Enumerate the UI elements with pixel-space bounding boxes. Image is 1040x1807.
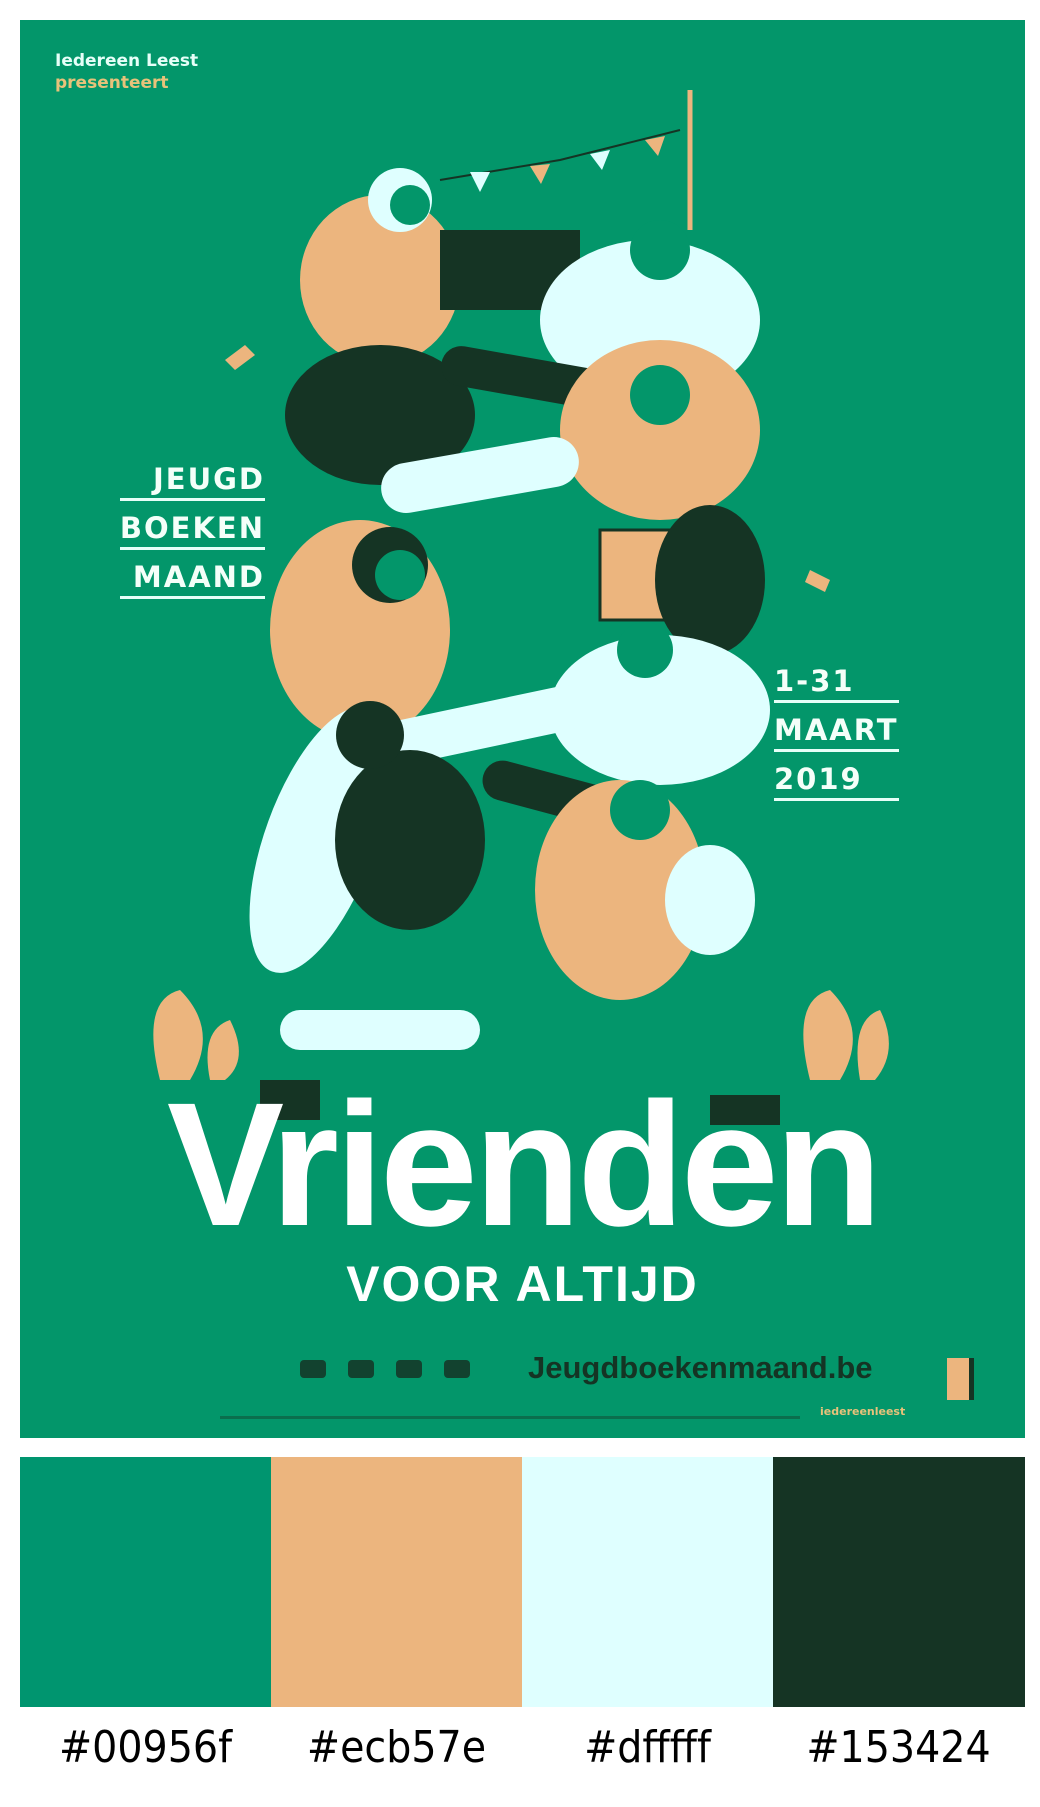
- swatch-2: [271, 1457, 522, 1707]
- sponsor-logo-icon: [396, 1360, 422, 1378]
- event-line: MAAND: [119, 558, 265, 599]
- swatch-label: #ecb57e: [306, 1722, 487, 1773]
- sponsor-logos: [300, 1360, 470, 1378]
- swatch-label: #153424: [806, 1722, 991, 1773]
- publisher-name: Iedereen Leest: [55, 51, 199, 71]
- poster: Iedereen Leest presenteert JEUGD BOEKEN …: [20, 20, 1025, 1438]
- date-line: 2019: [774, 760, 899, 801]
- event-date: 1-31 MAART 2019: [774, 662, 899, 809]
- date-line: 1-31: [774, 662, 899, 703]
- swatch-1: [20, 1457, 271, 1707]
- swatch-4: [773, 1457, 1025, 1707]
- swatch-label: #00956f: [58, 1722, 233, 1773]
- footer-small-label: iedereenleest: [820, 1405, 906, 1418]
- poster-title: Vrienden: [166, 1067, 882, 1263]
- event-name: JEUGD BOEKEN MAAND: [119, 460, 265, 607]
- sponsor-logo-icon: [444, 1360, 470, 1378]
- website-link: Jeugdboekenmaand.be: [528, 1350, 873, 1385]
- book-logo-icon: [947, 1358, 974, 1400]
- date-line: MAART: [774, 711, 899, 752]
- sponsor-logo-icon: [300, 1360, 326, 1378]
- publisher-credit: Iedereen Leest presenteert: [55, 50, 198, 94]
- presents-label: presenteert: [55, 73, 169, 93]
- event-line: BOEKEN: [119, 509, 265, 550]
- swatch-3: [522, 1457, 773, 1707]
- footer-divider: [220, 1416, 800, 1419]
- event-line: JEUGD: [119, 460, 265, 501]
- sponsor-logo-icon: [348, 1360, 374, 1378]
- poster-subtitle: VOOR ALTIJD: [346, 1256, 699, 1312]
- swatch-label: #dfffff: [584, 1722, 711, 1773]
